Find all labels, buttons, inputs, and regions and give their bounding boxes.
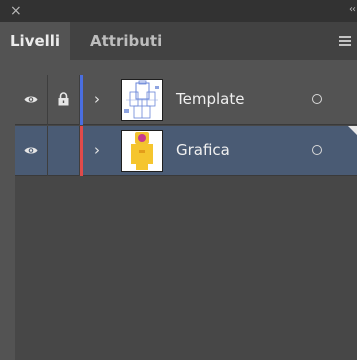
lock-toggle[interactable] bbox=[47, 75, 80, 125]
panel-titlebar: × ‹‹ bbox=[0, 0, 357, 22]
layer-row-template[interactable]: › Template bbox=[15, 75, 357, 125]
selection-corner-marker bbox=[348, 126, 357, 135]
layer-thumbnail bbox=[121, 79, 163, 121]
layer-thumbnail bbox=[121, 130, 163, 172]
close-icon[interactable]: × bbox=[10, 2, 22, 20]
layers-list: › Template › Grafica bbox=[15, 75, 357, 360]
lock-icon bbox=[58, 92, 69, 106]
layer-color-bar bbox=[80, 75, 83, 125]
visibility-toggle[interactable] bbox=[15, 75, 48, 125]
eye-icon bbox=[24, 147, 38, 154]
tab-attributi[interactable]: Attributi bbox=[80, 22, 172, 60]
layer-color-bar bbox=[80, 126, 83, 176]
expand-chevron-icon[interactable]: › bbox=[94, 90, 100, 108]
layer-row-grafica[interactable]: › Grafica bbox=[15, 126, 357, 176]
target-circle-icon[interactable] bbox=[312, 145, 322, 155]
target-circle-icon[interactable] bbox=[312, 94, 322, 104]
eye-icon bbox=[24, 96, 38, 103]
collapse-panel-icon[interactable]: ‹‹ bbox=[349, 3, 356, 17]
tab-bar: Livelli Attributi bbox=[0, 22, 357, 60]
lock-toggle[interactable] bbox=[47, 126, 80, 176]
tab-livelli[interactable]: Livelli bbox=[0, 22, 71, 60]
panel-menu-icon[interactable] bbox=[339, 36, 351, 47]
expand-chevron-icon[interactable]: › bbox=[94, 141, 100, 159]
layer-name[interactable]: Template bbox=[176, 89, 244, 109]
layer-name[interactable]: Grafica bbox=[176, 140, 230, 160]
visibility-toggle[interactable] bbox=[15, 126, 48, 176]
